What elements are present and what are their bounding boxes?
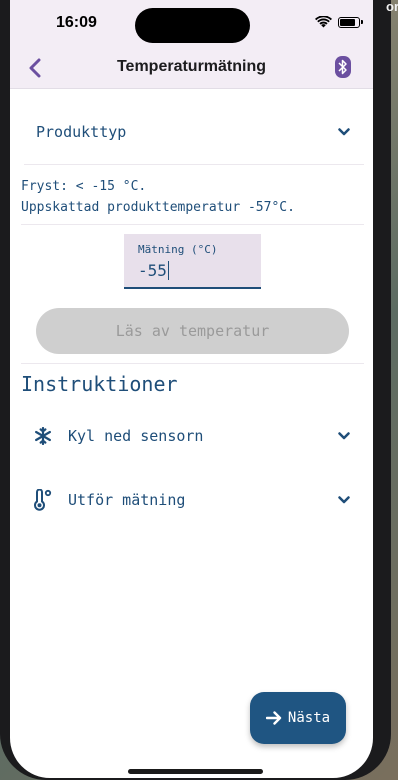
read-temperature-button[interactable]: Läs av temperatur [36,308,349,354]
status-icons [315,16,363,28]
product-type-label: Produkttyp [36,123,127,141]
measurement-label: Mätning (°C) [138,243,218,256]
accordion-cool-sensor[interactable]: Kyl ned sensorn [32,422,350,450]
arrow-right-icon [265,711,282,725]
background-text: or [386,0,398,14]
chevron-down-icon [338,432,350,440]
next-button[interactable]: Nästa [250,692,346,744]
battery-icon [338,16,363,28]
chevron-down-icon [338,128,350,136]
wifi-icon [315,16,332,28]
accordion-label: Kyl ned sensorn [68,427,204,445]
temperature-info: Fryst: < -15 °C. Uppskattad produkttempe… [21,176,295,218]
dynamic-island [135,8,250,43]
divider [21,363,364,364]
text-caret [167,261,170,280]
thermometer-icon [34,489,52,511]
app-header: 16:09 Temperaturmätning [10,0,373,89]
info-line-frozen: Fryst: < -15 °C. [21,179,147,194]
bluetooth-button[interactable] [335,56,351,78]
app-screen: 16:09 Temperaturmätning Produkttyp Fryst… [10,0,373,778]
status-time: 16:09 [56,14,97,31]
chevron-down-icon [338,496,350,504]
accordion-label: Utför mätning [68,491,186,509]
next-button-label: Nästa [287,710,331,726]
bluetooth-icon [335,56,351,78]
product-type-dropdown[interactable]: Produkttyp [24,100,364,165]
measurement-input[interactable]: Mätning (°C) -55 [124,234,261,289]
page-title: Temperaturmätning [116,58,267,75]
divider [21,224,364,225]
snowflake-icon [34,427,51,445]
info-line-estimated: Uppskattad produkttemperatur -57°C. [21,200,295,215]
measurement-value: -55 [138,261,167,280]
accordion-perform-measurement[interactable]: Utför mätning [32,486,350,514]
home-indicator [128,769,263,774]
instructions-heading: Instruktioner [21,372,178,396]
